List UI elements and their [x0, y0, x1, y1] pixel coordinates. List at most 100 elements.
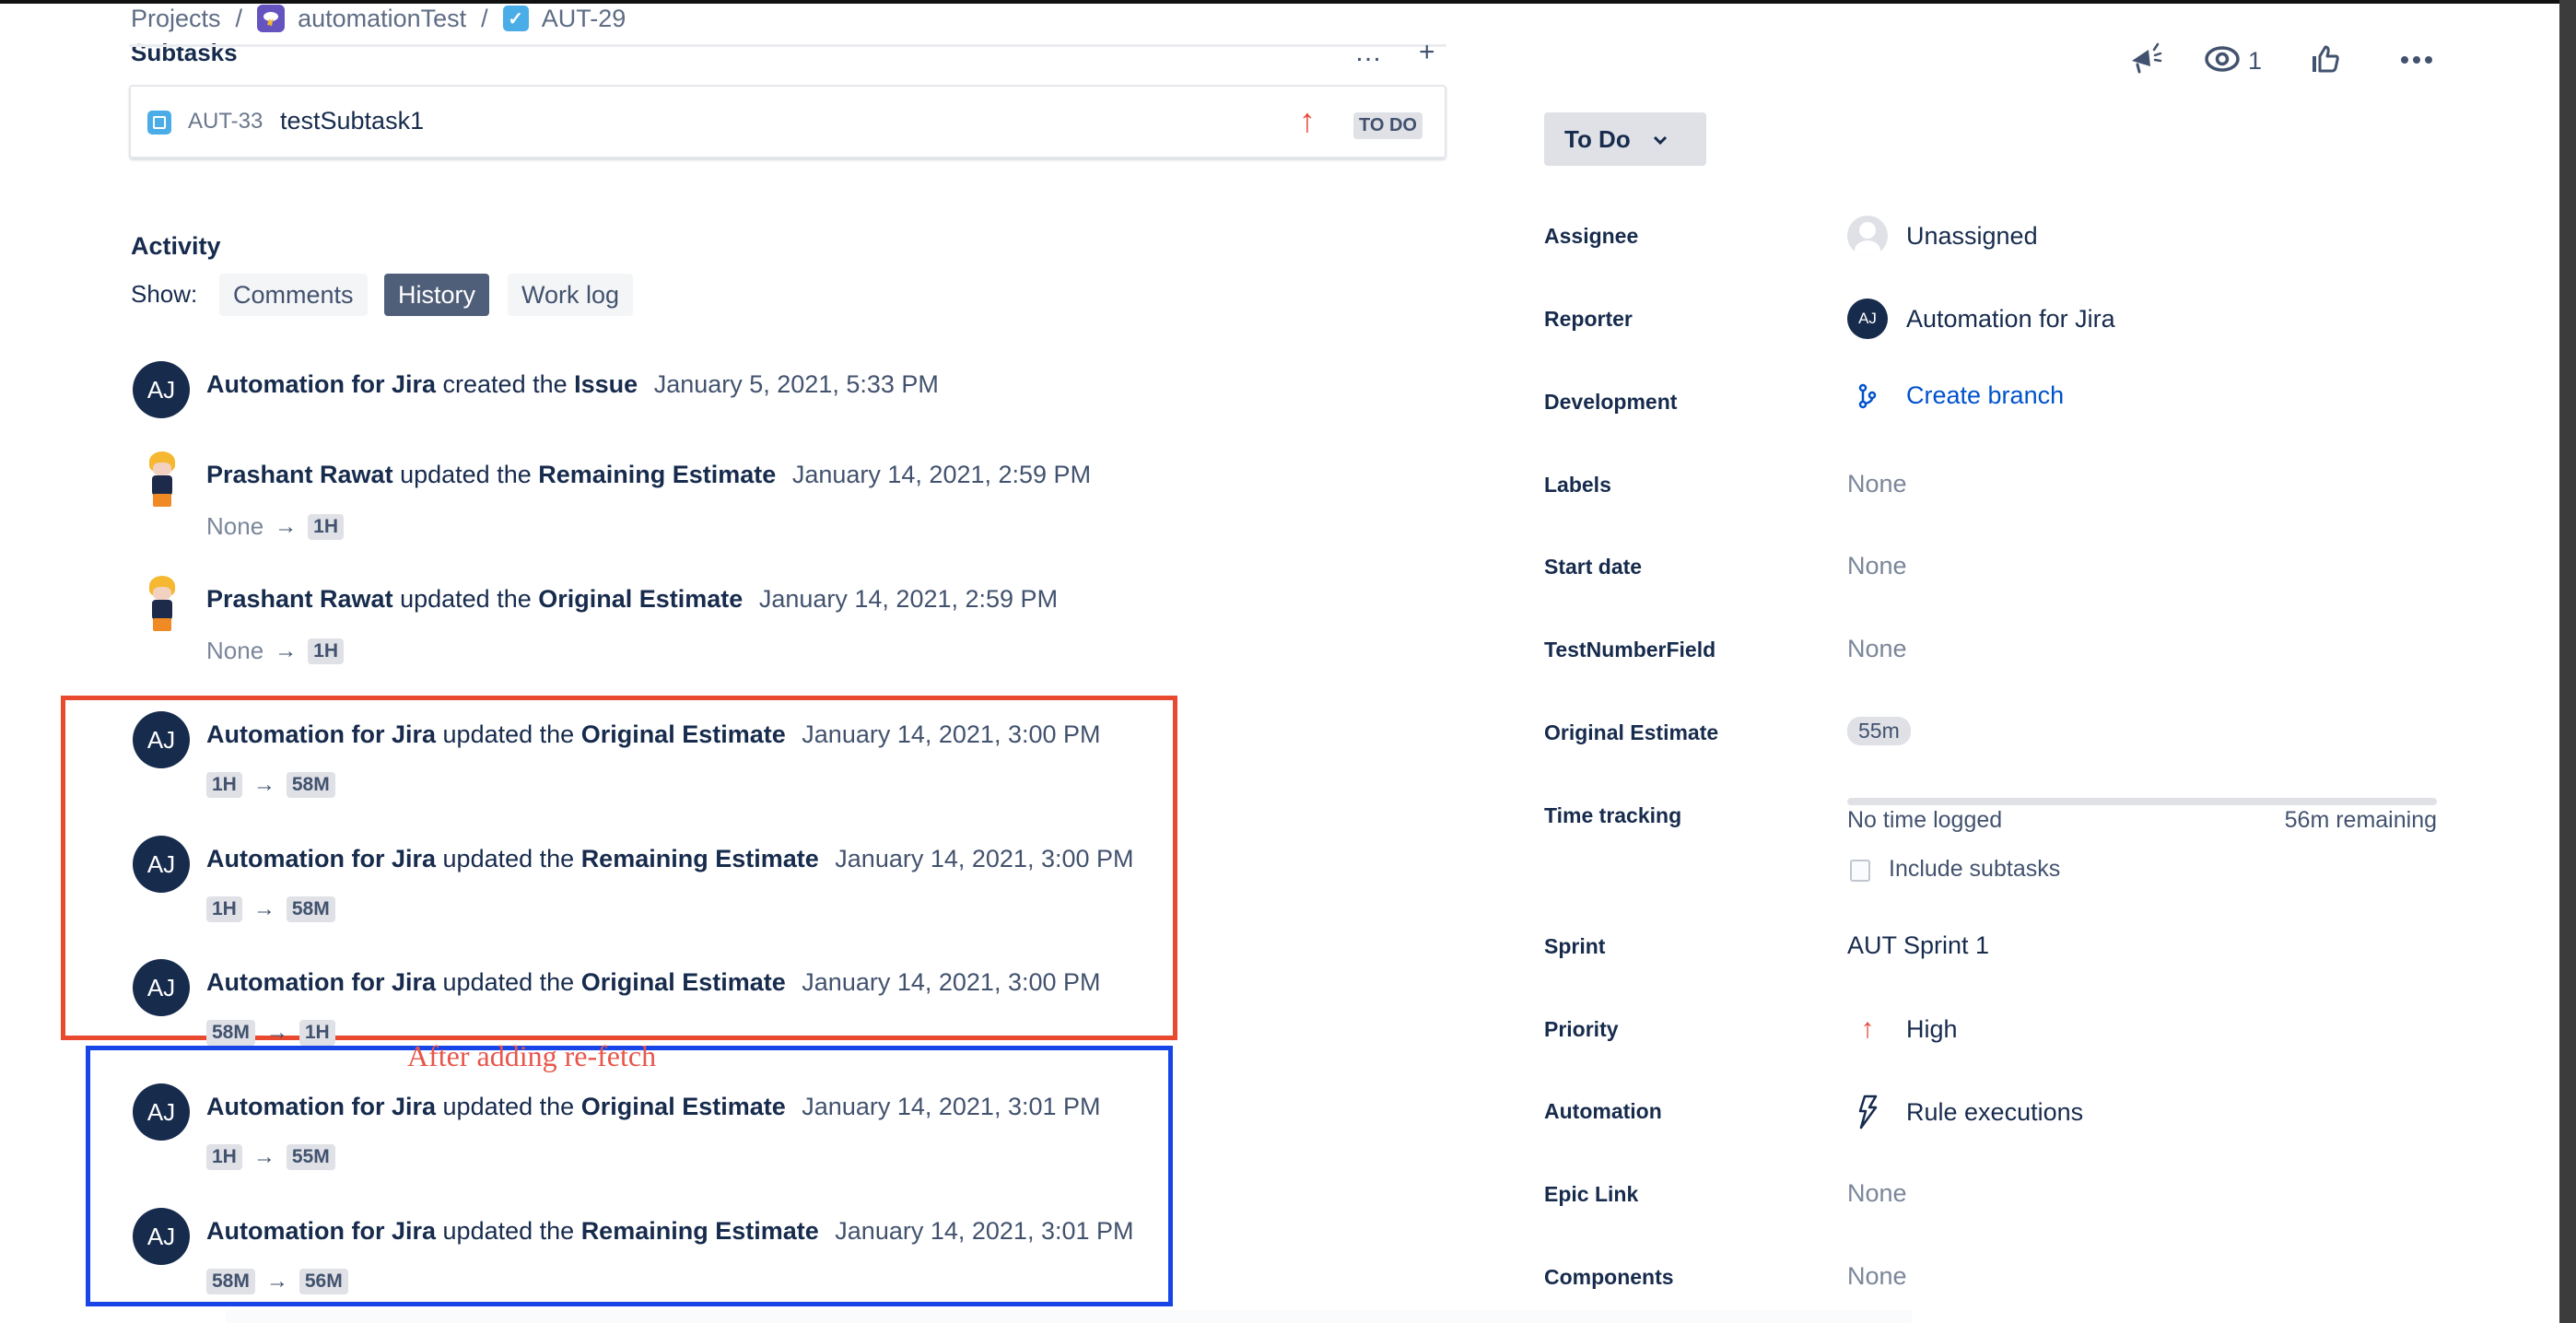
avatar[interactable] [133, 451, 190, 509]
field-label-reporter: Reporter [1544, 307, 1633, 331]
window-right-edge [2559, 0, 2576, 1323]
megaphone-icon[interactable] [2128, 42, 2165, 80]
status-dropdown[interactable]: To Do [1544, 112, 1706, 166]
avatar[interactable]: AJ [133, 361, 190, 418]
avatar[interactable] [133, 576, 190, 633]
field-value-test-number[interactable]: None [1847, 635, 1907, 663]
field-value-priority[interactable]: ↑ High [1847, 1013, 1958, 1045]
history-entry: AJ Automation for Jira updated the Origi… [133, 1083, 1101, 1170]
entry-action: created the [442, 370, 568, 398]
create-branch-link[interactable]: Create branch [1847, 381, 2064, 410]
entry-field: Original Estimate [538, 585, 744, 613]
field-value-assignee[interactable]: Unassigned [1847, 216, 2038, 256]
arrow-right-icon: → [265, 1269, 288, 1294]
entry-author[interactable]: Automation for Jira [206, 1093, 436, 1120]
avatar[interactable]: AJ [133, 836, 190, 893]
field-value-components[interactable]: None [1847, 1262, 1907, 1291]
tab-work-log[interactable]: Work log [508, 274, 634, 316]
field-value-sprint[interactable]: AUT Sprint 1 [1847, 931, 1989, 960]
entry-change: 1H → 55M [206, 1144, 335, 1170]
entry-action: updated the [442, 1093, 575, 1120]
task-checkbox-icon: ✓ [502, 6, 529, 31]
entry-text: Automation for Jira updated the Remainin… [206, 845, 1134, 873]
arrow-right-icon: → [265, 1020, 288, 1045]
eye-icon[interactable] [2204, 45, 2241, 77]
breadcrumb: Projects / automationTest / ✓ AUT-29 [131, 2, 626, 35]
avatar[interactable]: AJ [133, 959, 190, 1016]
field-value-epic-link[interactable]: None [1847, 1179, 1907, 1208]
entry-date: January 14, 2021, 3:00 PM [802, 968, 1101, 996]
more-icon[interactable] [2400, 53, 2433, 69]
change-to: 56M [299, 1269, 348, 1294]
change-to: 58M [286, 772, 335, 798]
arrow-right-icon: → [275, 513, 298, 539]
field-value-reporter[interactable]: AJ Automation for Jira [1847, 299, 2115, 339]
entry-author[interactable]: Prashant Rawat [206, 461, 393, 488]
change-to: 1H [308, 513, 345, 540]
subtasks-more-icon[interactable]: … [1354, 37, 1382, 68]
entry-author[interactable]: Automation for Jira [206, 845, 436, 872]
entry-author[interactable]: Automation for Jira [206, 1217, 436, 1245]
create-branch-label: Create branch [1906, 381, 2065, 409]
arrow-right-icon: → [252, 896, 275, 921]
lightning-bolt-icon [1847, 1095, 1888, 1130]
field-label-labels: Labels [1544, 473, 1611, 497]
entry-text: Automation for Jira created the Issue Ja… [206, 370, 939, 399]
add-subtask-icon[interactable]: + [1419, 37, 1435, 68]
priority-high-icon: ↑ [1299, 101, 1316, 139]
field-label-components: Components [1544, 1265, 1674, 1289]
highlight-box-after [86, 1046, 1173, 1306]
entry-text: Automation for Jira updated the Remainin… [206, 1217, 1134, 1246]
field-value-start-date[interactable]: None [1847, 552, 1907, 580]
entry-change: 58M → 56M [206, 1269, 348, 1294]
avatar[interactable]: AJ [133, 1208, 190, 1265]
subtask-row[interactable]: AUT-33 testSubtask1 ↑ TO DO [129, 85, 1446, 158]
tab-comments[interactable]: Comments [219, 274, 368, 316]
subtask-status-lozenge[interactable]: TO DO [1353, 112, 1423, 139]
avatar[interactable]: AJ [133, 1083, 190, 1141]
reporter-avatar: AJ [1847, 299, 1888, 339]
entry-date: January 14, 2021, 2:59 PM [791, 461, 1092, 488]
entry-date: January 14, 2021, 2:59 PM [758, 585, 1059, 613]
subtasks-heading: Subtasks [131, 39, 238, 64]
entry-author[interactable]: Automation for Jira [206, 968, 436, 996]
field-value-labels[interactable]: None [1847, 470, 1907, 498]
subtask-summary[interactable]: testSubtask1 [280, 107, 424, 135]
unassigned-avatar-icon [1847, 216, 1888, 256]
avatar[interactable]: AJ [133, 711, 190, 768]
entry-author[interactable]: Prashant Rawat [206, 585, 393, 613]
field-value-automation[interactable]: Rule executions [1847, 1095, 2083, 1130]
change-from: 1H [206, 1144, 242, 1170]
entry-date: January 14, 2021, 3:00 PM [802, 720, 1101, 748]
subtask-key[interactable]: AUT-33 [188, 109, 263, 135]
field-value-original-estimate[interactable]: 55m [1847, 717, 1911, 745]
entry-author[interactable]: Automation for Jira [206, 720, 436, 748]
issue-actions: 1 [2128, 41, 2433, 81]
change-from: None [206, 512, 264, 540]
time-remaining: 56m remaining [2284, 807, 2437, 833]
history-entry: AJ Automation for Jira updated the Remai… [133, 1208, 1134, 1294]
entry-change: 1H → 58M [206, 896, 335, 922]
entry-change: 58M → 1H [206, 1020, 335, 1046]
breadcrumb-issue[interactable]: AUT-29 [542, 5, 626, 33]
subtask-type-icon [147, 111, 171, 135]
breadcrumb-projects[interactable]: Projects [131, 5, 221, 33]
change-from: None [206, 637, 264, 664]
entry-text: Automation for Jira updated the Original… [206, 1093, 1101, 1121]
time-tracking-bar[interactable] [1847, 798, 2437, 805]
assignee-name: Unassigned [1906, 221, 2038, 250]
change-to: 1H [299, 1020, 335, 1046]
field-label-original-estimate: Original Estimate [1544, 720, 1719, 744]
thumbs-up-icon[interactable] [2310, 43, 2341, 79]
entry-date: January 5, 2021, 5:33 PM [653, 370, 939, 398]
include-subtasks-label[interactable]: Include subtasks [1889, 856, 2060, 883]
breadcrumb-project[interactable]: automationTest [298, 5, 466, 33]
entry-author[interactable]: Automation for Jira [206, 370, 436, 398]
change-from: 58M [206, 1269, 255, 1294]
field-label-sprint: Sprint [1544, 934, 1606, 958]
include-subtasks-checkbox[interactable] [1850, 860, 1870, 882]
entry-text: Automation for Jira updated the Original… [206, 720, 1101, 749]
bottom-fade [226, 1310, 1912, 1323]
tab-history[interactable]: History [384, 274, 490, 316]
change-to: 55M [286, 1144, 335, 1170]
